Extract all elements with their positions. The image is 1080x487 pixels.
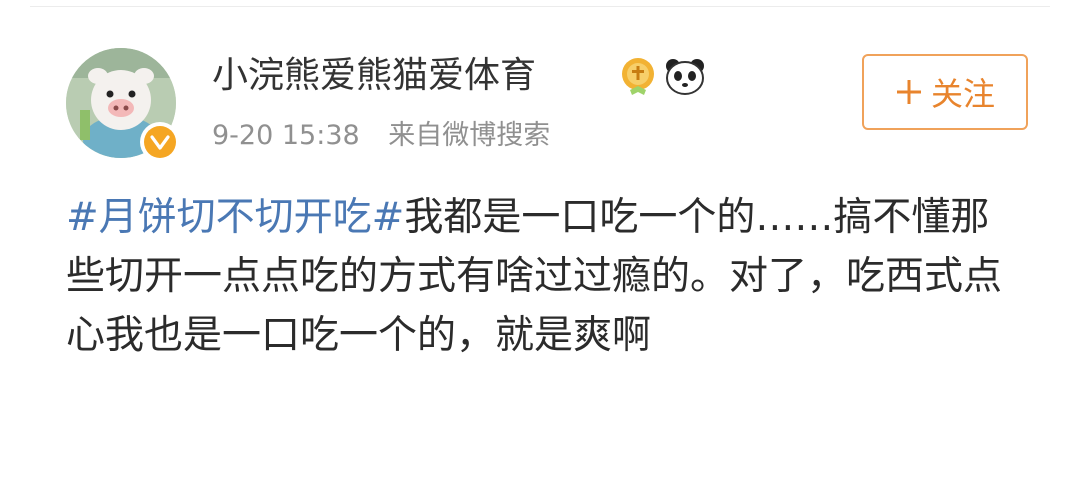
post-body: #月饼切不切开吃#我都是一口吃一个的……搞不懂那些切开一点点吃的方式有啥过过瘾的… xyxy=(66,188,1026,365)
user-badges xyxy=(620,56,706,96)
plus-icon xyxy=(896,80,921,104)
membership-badge-icon xyxy=(622,58,654,95)
hashtag-link[interactable]: #月饼切不切开吃# xyxy=(66,195,404,240)
username[interactable]: 小浣熊爱熊猫爱体育 xyxy=(212,50,536,102)
follow-label: 关注 xyxy=(930,75,995,113)
top-divider xyxy=(30,6,1050,7)
post-meta: 9-20 15:38 来自微博搜索 xyxy=(212,116,550,156)
post-time: 9-20 15:38 xyxy=(212,120,360,151)
panda-badge-icon xyxy=(666,59,704,95)
post-source[interactable]: 来自微博搜索 xyxy=(388,120,550,151)
verified-badge-icon xyxy=(140,122,180,162)
follow-button[interactable]: 关注 xyxy=(862,54,1028,130)
